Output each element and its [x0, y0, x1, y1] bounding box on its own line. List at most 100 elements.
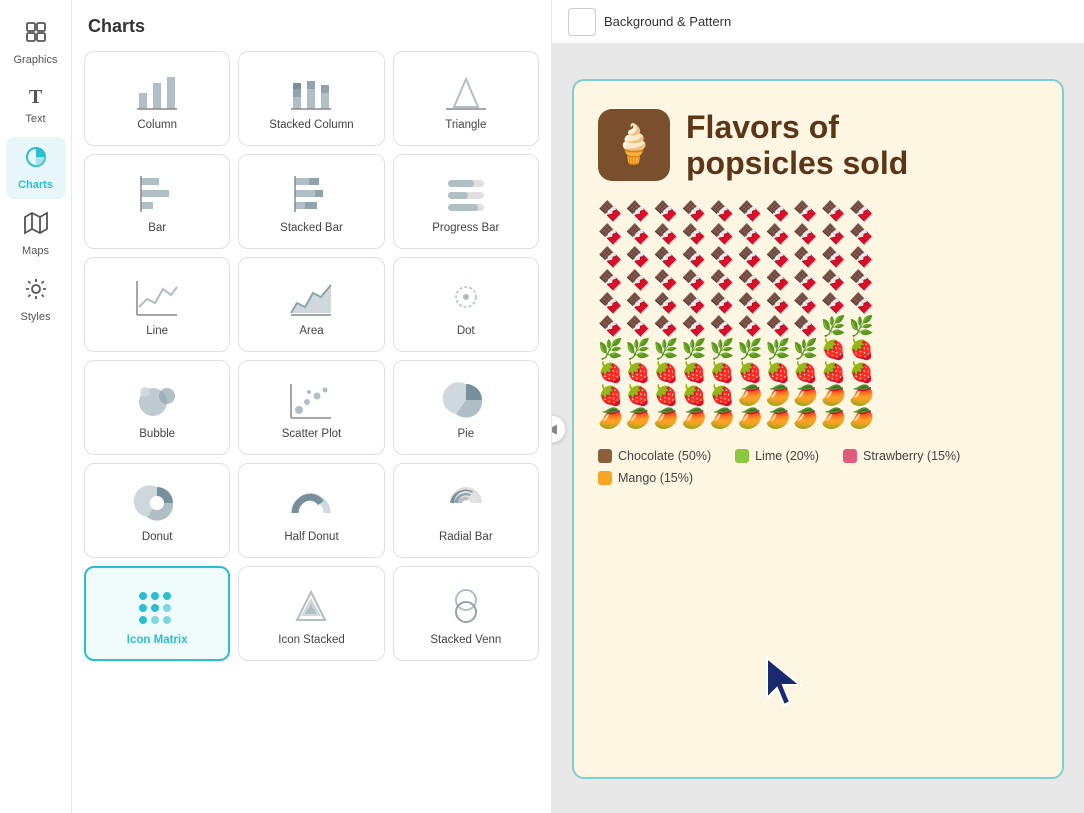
nav-item-text[interactable]: T Text — [6, 78, 66, 133]
column-label: Column — [137, 119, 177, 131]
chart-item-icon-matrix[interactable]: Icon Matrix — [84, 566, 230, 661]
stacked-column-label: Stacked Column — [269, 119, 353, 131]
icon-matrix-label: Icon Matrix — [127, 634, 188, 646]
icon-row-6: 🍫🍫🍫🍫🍫🍫🍫🍫🌿🌿 — [598, 317, 1038, 337]
stacked-bar-chart-icon — [287, 172, 335, 216]
chart-item-pie[interactable]: Pie — [393, 360, 539, 455]
pie-label: Pie — [458, 428, 475, 440]
card-header: 🍦 Flavors ofpopsicles sold — [598, 109, 1038, 183]
scatter-chart-icon — [287, 378, 335, 422]
legend-lime: Lime (20%) — [735, 449, 819, 463]
line-chart-icon — [133, 275, 181, 319]
icon-row-1: 🍫🍫🍫🍫🍫🍫🍫🍫🍫🍫 — [598, 202, 1038, 222]
nav-item-styles[interactable]: Styles — [6, 269, 66, 331]
legend-dot-strawberry — [843, 449, 857, 463]
icon-row-8: 🍓🍓🍓🍓🍓🍓🍓🍓🍓🍓 — [598, 363, 1038, 383]
panel-title: Charts — [84, 16, 539, 37]
infographic-card: 🍦 Flavors ofpopsicles sold 🍫🍫🍫🍫🍫🍫🍫🍫🍫🍫 🍫🍫… — [572, 79, 1064, 779]
icon-row-7: 🌿🌿🌿🌿🌿🌿🌿🌿🍓🍓 — [598, 340, 1038, 360]
progress-bar-label: Progress Bar — [432, 222, 499, 234]
legend-strawberry: Strawberry (15%) — [843, 449, 960, 463]
donut-chart-icon — [133, 481, 181, 525]
chart-item-scatter-plot[interactable]: Scatter Plot — [238, 360, 384, 455]
legend-mango: Mango (15%) — [598, 471, 693, 485]
legend-label-strawberry: Strawberry (15%) — [863, 449, 960, 463]
legend-dot-mango — [598, 471, 612, 485]
icon-stacked-chart-icon — [287, 584, 335, 628]
icon-row-9: 🍓🍓🍓🍓🍓🥭🥭🥭🥭🥭 — [598, 386, 1038, 406]
pie-chart-icon — [442, 378, 490, 422]
bg-pattern-box — [568, 8, 596, 36]
chart-item-radial-bar[interactable]: Radial Bar — [393, 463, 539, 558]
area-chart-icon — [287, 275, 335, 319]
legend: Chocolate (50%) Lime (20%) Strawberry (1… — [598, 449, 1038, 485]
triangle-label: Triangle — [445, 119, 486, 131]
card-title: Flavors ofpopsicles sold — [686, 109, 908, 183]
bg-pattern-label: Background & Pattern — [604, 14, 731, 29]
chart-item-half-donut[interactable]: Half Donut — [238, 463, 384, 558]
legend-label-lime: Lime (20%) — [755, 449, 819, 463]
legend-label-mango: Mango (15%) — [618, 471, 693, 485]
icon-matrix-chart-icon — [133, 584, 181, 628]
nav-item-graphics[interactable]: Graphics — [6, 12, 66, 74]
styles-icon — [24, 277, 48, 307]
bubble-label: Bubble — [139, 428, 175, 440]
bar-chart-icon — [133, 172, 181, 216]
chart-item-stacked-venn[interactable]: Stacked Venn — [393, 566, 539, 661]
chart-item-icon-stacked[interactable]: Icon Stacked — [238, 566, 384, 661]
nav-item-charts[interactable]: Charts — [6, 137, 66, 199]
chart-item-line[interactable]: Line — [84, 257, 230, 352]
nav-item-maps[interactable]: Maps — [6, 203, 66, 265]
popsicle-icon: 🍦 — [598, 109, 670, 181]
legend-dot-chocolate — [598, 449, 612, 463]
chart-item-progress-bar[interactable]: Progress Bar — [393, 154, 539, 249]
graphics-icon — [24, 20, 48, 50]
icon-row-5: 🍫🍫🍫🍫🍫🍫🍫🍫🍫🍫 — [598, 294, 1038, 314]
canvas-area: ◀ 🍦 Flavors ofpopsicles sold 🍫🍫🍫🍫🍫🍫🍫🍫🍫🍫 … — [552, 44, 1084, 813]
scatter-plot-label: Scatter Plot — [282, 428, 341, 440]
legend-label-chocolate: Chocolate (50%) — [618, 449, 711, 463]
bubble-chart-icon — [133, 378, 181, 422]
bar-label: Bar — [148, 222, 166, 234]
dot-chart-icon — [442, 275, 490, 319]
stacked-column-chart-icon — [287, 69, 335, 113]
nav-label-text: Text — [25, 113, 45, 125]
half-donut-label: Half Donut — [284, 531, 338, 543]
icon-row-10: 🥭🥭🥭🥭🥭🥭🥭🥭🥭🥭 — [598, 409, 1038, 429]
stacked-bar-label: Stacked Bar — [280, 222, 343, 234]
collapse-panel-button[interactable]: ◀ — [552, 415, 566, 443]
chart-item-stacked-column[interactable]: Stacked Column — [238, 51, 384, 146]
nav-label-maps: Maps — [22, 245, 49, 257]
icon-row-2: 🍫🍫🍫🍫🍫🍫🍫🍫🍫🍫 — [598, 225, 1038, 245]
chart-item-stacked-bar[interactable]: Stacked Bar — [238, 154, 384, 249]
chart-item-donut[interactable]: Donut — [84, 463, 230, 558]
chart-item-area[interactable]: Area — [238, 257, 384, 352]
donut-label: Donut — [142, 531, 173, 543]
triangle-chart-icon — [442, 69, 490, 113]
nav-bar: Graphics T Text Charts Maps — [0, 0, 72, 813]
legend-chocolate: Chocolate (50%) — [598, 449, 711, 463]
stacked-venn-label: Stacked Venn — [430, 634, 501, 646]
charts-icon — [24, 145, 48, 175]
legend-dot-lime — [735, 449, 749, 463]
popsicle-grid: 🍫🍫🍫🍫🍫🍫🍫🍫🍫🍫 🍫🍫🍫🍫🍫🍫🍫🍫🍫🍫 🍫🍫🍫🍫🍫🍫🍫🍫🍫🍫 🍫🍫🍫🍫🍫🍫🍫… — [598, 202, 1038, 429]
column-chart-icon — [133, 69, 181, 113]
chart-item-bubble[interactable]: Bubble — [84, 360, 230, 455]
progress-bar-chart-icon — [442, 172, 490, 216]
nav-label-graphics: Graphics — [13, 54, 57, 66]
nav-label-charts: Charts — [18, 179, 53, 191]
chart-item-dot[interactable]: Dot — [393, 257, 539, 352]
half-donut-chart-icon — [287, 481, 335, 525]
chart-grid: Column Stacked Column Triangle — [84, 51, 539, 661]
radial-bar-label: Radial Bar — [439, 531, 493, 543]
icon-row-4: 🍫🍫🍫🍫🍫🍫🍫🍫🍫🍫 — [598, 271, 1038, 291]
chart-panel: Charts Column Stacked — [72, 0, 552, 813]
chart-item-bar[interactable]: Bar — [84, 154, 230, 249]
maps-icon — [24, 211, 48, 241]
text-icon: T — [29, 86, 42, 109]
radial-bar-chart-icon — [442, 481, 490, 525]
line-label: Line — [146, 325, 168, 337]
chart-item-triangle[interactable]: Triangle — [393, 51, 539, 146]
icon-stacked-label: Icon Stacked — [278, 634, 344, 646]
chart-item-column[interactable]: Column — [84, 51, 230, 146]
